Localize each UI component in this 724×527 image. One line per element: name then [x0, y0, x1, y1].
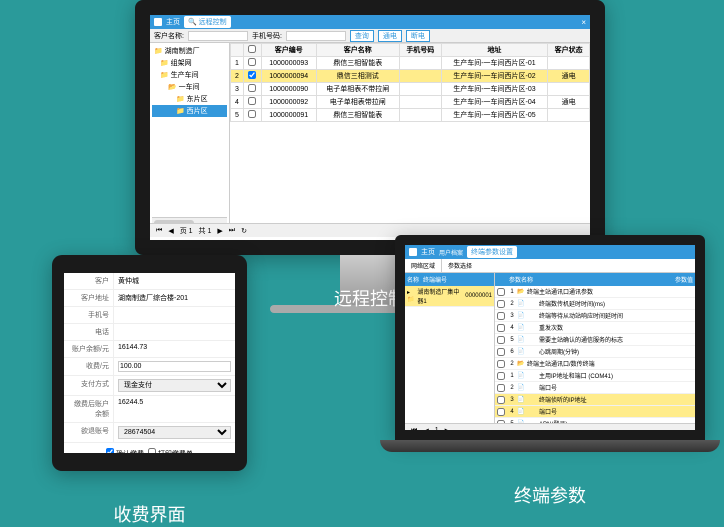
param-row[interactable]: 3📄终端侦听的IP地址	[495, 394, 695, 406]
param-row[interactable]: 5📄需要主站确认的通信服务的标志	[495, 334, 695, 346]
pager: ⏮ ◀ 1 ▶	[405, 423, 695, 430]
col-name: 客户名称	[316, 44, 399, 57]
tree-node[interactable]: 📂 一车间	[152, 81, 227, 93]
tree-node-root[interactable]: 📁 湖南制造厂	[152, 45, 227, 57]
pager-prev-icon[interactable]: ◀	[421, 427, 430, 431]
param-row[interactable]: 4📄重发次数	[495, 322, 695, 334]
refund-select[interactable]: 28674504	[118, 426, 231, 439]
pager-next-icon[interactable]: ▶	[443, 427, 452, 431]
tab-terminal-params[interactable]: 终端参数设置	[467, 246, 517, 258]
pager-first-icon[interactable]: ⏮	[409, 427, 419, 431]
param-row[interactable]: 2📂终端主站通讯口/数传终端	[495, 358, 695, 370]
col-phone: 手机号码	[399, 44, 441, 57]
col-idx	[231, 44, 244, 57]
col-check[interactable]	[243, 44, 261, 57]
pager-total: 共 1	[197, 226, 214, 236]
pager-page: 页 1	[178, 226, 195, 236]
pager-first-icon[interactable]: ⏮	[154, 227, 164, 235]
tab-home[interactable]: 主页	[166, 17, 180, 27]
left-tree-item[interactable]: ▸ 📁 湖南制造厂集中器1 00000001	[405, 286, 494, 307]
tree-node[interactable]: 📁 东片区	[152, 93, 227, 105]
tab-archives[interactable]: 用户档案	[439, 248, 463, 257]
terminal-params-app: 主页 用户档案 终端参数设置 网络区域 参数选择 名称 终端编号 ▸ 📁 湖南制…	[405, 245, 695, 430]
subtab-network[interactable]: 网络区域	[405, 259, 442, 272]
close-icon[interactable]: ×	[581, 18, 586, 27]
tel-label: 电话	[64, 324, 114, 340]
pager-refresh-icon[interactable]: ↻	[239, 227, 249, 235]
cust-value: 黄仲城	[114, 273, 235, 289]
table-row[interactable]: 41000000092电子单相表带拉闸生产车间-一车间西片区-04通电	[231, 96, 590, 109]
titlebar: 主页 用户档案 终端参数设置	[405, 245, 695, 259]
tree-node[interactable]: 📁 组架网	[152, 57, 227, 69]
panel-code-label: 终端编号	[423, 275, 447, 284]
param-row[interactable]: 5📄APN(登录)	[495, 418, 695, 423]
table-row[interactable]: 31000000090电子单相表不带拉闸生产车间-一车间西片区-03	[231, 83, 590, 96]
after-value: 16244.5	[114, 396, 235, 422]
col-param-name: 参数名称	[509, 275, 675, 284]
after-label: 缴费后账户余额	[64, 396, 114, 422]
col-addr: 地址	[441, 44, 548, 57]
panel-name-label: 名称	[407, 275, 419, 284]
cust-label: 客户	[64, 273, 114, 289]
tree-node[interactable]: 📁 生产车间	[152, 69, 227, 81]
param-tree: 参数名称 参数值 1📂终端主站通讯口通讯参数2📄终端数传机延时时间(ms)3📄终…	[495, 273, 695, 423]
phone-label: 手机号码:	[252, 31, 282, 41]
param-row[interactable]: 2📄端口号	[495, 382, 695, 394]
col-param-action: 参数值	[675, 275, 693, 284]
amount-label: 收费/元	[64, 358, 114, 375]
pager-next-icon[interactable]: ▶	[215, 227, 224, 235]
confirm-button[interactable]: 确认缴费	[116, 451, 144, 453]
tab-home[interactable]: 主页	[421, 247, 435, 257]
filter-bar: 客户名称: 手机号码: 查询 通电 断电	[150, 29, 590, 43]
tree-node-selected[interactable]: 📁 西片区	[152, 105, 227, 117]
cust-name-input[interactable]	[188, 31, 248, 41]
addr-label: 客户地址	[64, 290, 114, 306]
remote-control-app: 主页 🔍 远程控制 × 客户名称: 手机号码: 查询 通电 断电 📁 湖南制造厂…	[150, 15, 590, 240]
cust-name-label: 客户名称:	[154, 31, 184, 41]
print-button[interactable]: 打印缴费单	[158, 451, 193, 453]
table-row[interactable]: 21000000094鼎信三相测试生产车间-一车间西片区-02通电	[231, 70, 590, 83]
remain-value: 16144.73	[114, 341, 235, 357]
table-row[interactable]: 11000000093鼎信三相智能表生产车间-一车间西片区-01	[231, 57, 590, 70]
org-tree: 📁 湖南制造厂 📁 组架网 📁 生产车间 📂 一车间 📁 东片区 📁 西片区	[150, 43, 230, 223]
tab-remote-control[interactable]: 🔍 远程控制	[184, 16, 231, 28]
col-status: 客户状态	[548, 44, 590, 57]
print-checkbox[interactable]	[148, 448, 156, 453]
remain-label: 账户余额/元	[64, 341, 114, 357]
method-select[interactable]: 现金支付	[118, 379, 231, 392]
method-label: 支付方式	[64, 376, 114, 395]
col-id: 客户编号	[261, 44, 316, 57]
param-row[interactable]: 1📄主用IP地址和端口 (COM41)	[495, 370, 695, 382]
titlebar: 主页 🔍 远程控制 ×	[150, 15, 590, 29]
pager-prev-icon[interactable]: ◀	[166, 227, 175, 235]
param-row[interactable]: 6📄心跳周期(分钟)	[495, 346, 695, 358]
payment-form: 客户黄仲城 客户地址湖南制造厂综合楼-201 手机号 电话 账户余额/元1614…	[64, 273, 235, 453]
phone-label: 手机号	[64, 307, 114, 323]
param-row[interactable]: 1📂终端主站通讯口通讯参数	[495, 286, 695, 298]
param-row[interactable]: 4📄端口号	[495, 406, 695, 418]
power-on-button[interactable]: 通电	[378, 30, 402, 42]
home-icon[interactable]	[154, 18, 162, 26]
query-button[interactable]: 查询	[350, 30, 374, 42]
power-off-button[interactable]: 断电	[406, 30, 430, 42]
table-row[interactable]: 51000000091鼎信三相智能表生产车间-一车间西片区-05	[231, 109, 590, 122]
pager-last-icon[interactable]: ⏭	[227, 227, 237, 235]
addr-value: 湖南制造厂综合楼-201	[114, 290, 235, 306]
home-icon[interactable]	[409, 248, 417, 256]
confirm-checkbox[interactable]	[106, 448, 114, 453]
customer-table: 客户编号 客户名称 手机号码 地址 客户状态 11000000093鼎信三相智能…	[230, 43, 590, 223]
tablet-caption: 收费界面	[52, 501, 247, 527]
laptop-caption: 终端参数	[395, 482, 705, 508]
tree-scrollbar[interactable]	[152, 217, 227, 223]
subtab-params[interactable]: 参数选择	[442, 259, 478, 272]
param-row[interactable]: 2📄终端数传机延时时间(ms)	[495, 298, 695, 310]
param-row[interactable]: 3📄终端等待从动站响应时间延时间	[495, 310, 695, 322]
phone-input[interactable]	[286, 31, 346, 41]
refund-label: 欲退账号	[64, 423, 114, 442]
amount-input[interactable]	[118, 361, 231, 372]
